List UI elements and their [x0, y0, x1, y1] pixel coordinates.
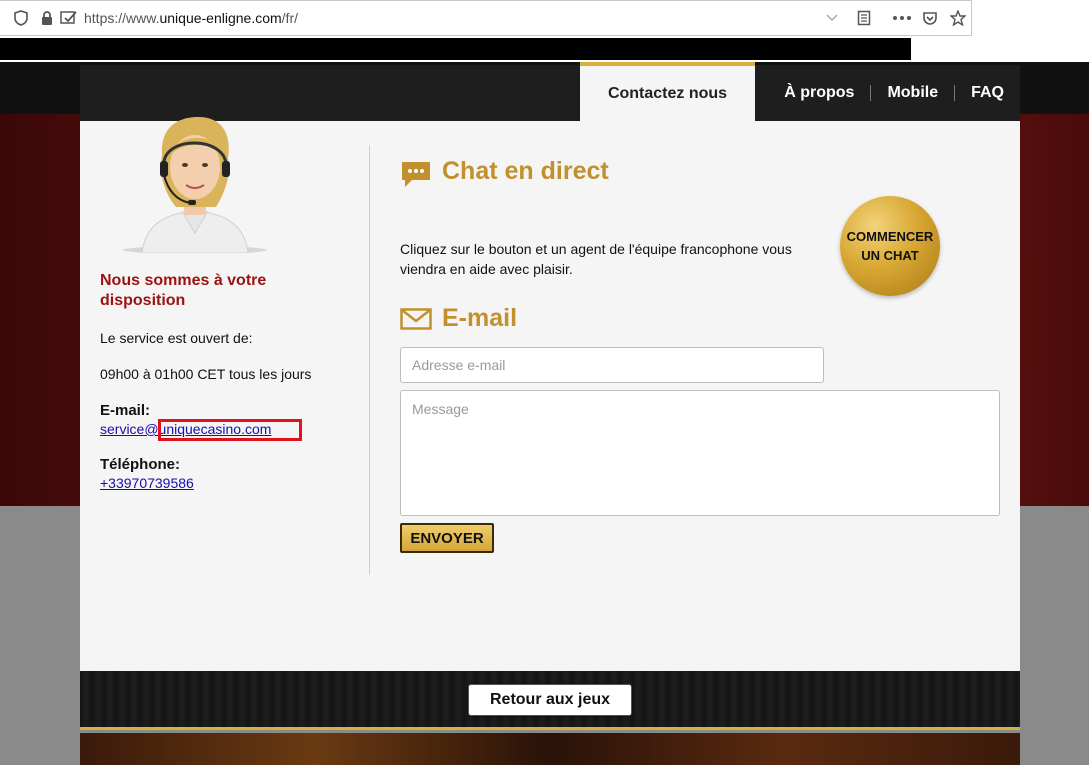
- tab-mobile[interactable]: Mobile: [871, 84, 954, 102]
- contact-modal: Contactez nous À propos Mobile FAQ Nous …: [80, 62, 1020, 730]
- active-tab-caret: [659, 121, 675, 130]
- shield-icon[interactable]: [12, 9, 30, 27]
- chat-heading: Chat en direct: [442, 157, 609, 185]
- modal-nav: À propos Mobile FAQ: [768, 65, 1020, 121]
- email-heading: E-mail: [442, 304, 518, 332]
- toolbar-strip: [0, 38, 911, 60]
- url-domain: unique-enligne.com: [159, 10, 282, 26]
- start-chat-label-line2: UN CHAT: [861, 248, 919, 263]
- service-hours-text: 09h00 à 01h00 CET tous les jours: [100, 366, 312, 382]
- service-open-text: Le service est ouvert de:: [100, 330, 253, 346]
- tab-faq[interactable]: FAQ: [955, 84, 1020, 102]
- url-text[interactable]: https://www.unique-enligne.com/fr/: [84, 10, 298, 26]
- message-field[interactable]: [400, 390, 1000, 516]
- permissions-icon[interactable]: [60, 9, 78, 27]
- tab-contact[interactable]: Contactez nous: [580, 62, 755, 121]
- back-to-games-button[interactable]: Retour aux jeux: [468, 684, 632, 716]
- pocket-icon[interactable]: [921, 9, 939, 27]
- start-chat-label-line1: COMMENCER: [846, 229, 934, 244]
- support-agent-image: [123, 117, 267, 253]
- support-phone-link[interactable]: +33970739586: [100, 475, 194, 491]
- lock-icon[interactable]: [38, 9, 56, 27]
- footer-gold-line: [80, 727, 1020, 730]
- games-strip-background: [80, 733, 1020, 765]
- phone-label: Téléphone:: [100, 456, 181, 473]
- chat-bubble-icon: [402, 162, 430, 187]
- start-chat-button[interactable]: COMMENCER UN CHAT: [840, 196, 940, 296]
- tab-about[interactable]: À propos: [768, 84, 870, 102]
- modal-header: Contactez nous À propos Mobile FAQ: [80, 62, 1020, 121]
- url-prefix: https://www.: [84, 10, 160, 26]
- chat-description: Cliquez sur le bouton et un agent de l'é…: [400, 241, 792, 277]
- highlight-box: [158, 419, 302, 441]
- email-field[interactable]: [400, 347, 824, 383]
- email-label: E-mail:: [100, 402, 151, 419]
- reader-view-icon[interactable]: [855, 9, 873, 27]
- url-path: /fr/: [281, 10, 299, 26]
- more-actions-icon[interactable]: [893, 9, 911, 27]
- column-divider: [369, 145, 370, 575]
- send-button[interactable]: ENVOYER: [400, 523, 494, 553]
- envelope-icon: [400, 308, 432, 330]
- chevron-down-icon[interactable]: [823, 9, 841, 27]
- bookmark-star-icon[interactable]: [949, 9, 967, 27]
- start-chat-label: COMMENCER UN CHAT: [847, 227, 934, 265]
- availability-heading: Nous sommes à votre disposition: [100, 272, 267, 309]
- browser-url-bar: https://www.unique-enligne.com/fr/: [0, 0, 972, 36]
